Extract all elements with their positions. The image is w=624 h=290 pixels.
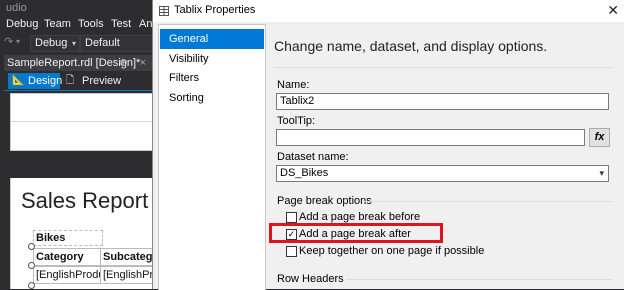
design-tab[interactable]: 📐 Design: [8, 73, 63, 89]
properties-nav: General Visibility Filters Sorting: [158, 24, 266, 290]
nav-item-filters[interactable]: Filters: [160, 68, 264, 88]
dialog-title: Tablix Properties: [174, 4, 256, 16]
row-headers-section-title: Row Headers: [277, 273, 344, 285]
checkbox-label: Keep together on one page if possible: [299, 245, 485, 257]
resize-handle[interactable]: [28, 262, 35, 269]
document-tab[interactable]: SampleReport.rdl [Design]* ⊕ ×: [4, 55, 154, 71]
close-tab-icon[interactable]: ×: [140, 55, 146, 71]
checkbox-label: Add a page break before: [299, 211, 421, 223]
menu-team[interactable]: Team: [44, 18, 71, 30]
vs-titlebar: udio: [0, 0, 160, 18]
group-header-cell[interactable]: Bikes: [33, 230, 103, 246]
menu-test[interactable]: Test: [111, 18, 131, 30]
table-cell[interactable]: [EnglishProduct: [33, 266, 101, 284]
divider: [11, 121, 155, 122]
tablix-properties-dialog: Tablix Properties ✕ General Visibility F…: [152, 0, 624, 290]
general-panel: Change name, dataset, and display option…: [266, 24, 624, 289]
expression-button[interactable]: fx: [589, 128, 610, 147]
close-icon[interactable]: ✕: [607, 2, 619, 19]
report-header-area: [10, 93, 156, 151]
page-break-section-title: Page break options: [277, 195, 372, 207]
column-header-category[interactable]: Category: [33, 248, 101, 266]
tooltip-field[interactable]: [276, 129, 585, 146]
dataset-select[interactable]: DS_Bikes ▾: [276, 165, 609, 182]
dataset-value: DS_Bikes: [280, 167, 329, 179]
config-dropdown[interactable]: Debug ▾: [30, 35, 80, 52]
redo-icon[interactable]: ↷: [4, 35, 13, 48]
preview-tab-label: Preview: [82, 75, 122, 87]
tooltip-label: ToolTip:: [277, 115, 316, 127]
design-icon: 📐: [12, 75, 25, 86]
divider: [362, 201, 612, 202]
menu-debug[interactable]: Debug: [6, 18, 38, 30]
pin-icon[interactable]: ⊕: [119, 55, 128, 71]
nav-item-label: General: [169, 33, 209, 45]
divider: [346, 279, 612, 280]
dialog-titlebar: Tablix Properties ✕: [153, 0, 624, 22]
config-value: Debug: [35, 37, 68, 49]
nav-item-sorting[interactable]: Sorting: [160, 88, 264, 108]
nav-item-label: Visibility: [169, 53, 209, 65]
table-cell[interactable]: [EnglishPro: [100, 266, 159, 284]
dataset-label: Dataset name:: [277, 151, 349, 163]
chevron-down-icon: ▾: [71, 39, 76, 48]
report-body-canvas: Sales Report Bikes Category Subcatego [E…: [10, 178, 159, 289]
resize-handle[interactable]: [28, 282, 35, 289]
resize-handle[interactable]: [28, 243, 35, 250]
panel-heading: Change name, dataset, and display option…: [274, 38, 548, 54]
preview-icon: 🗋: [66, 75, 75, 86]
preview-tab[interactable]: 🗋 Preview: [66, 73, 126, 89]
platform-dropdown[interactable]: Default: [80, 35, 159, 52]
annotation-highlight-box: [269, 223, 443, 243]
report-view-bar: 📐 Design 🗋 Preview: [4, 72, 154, 91]
menu-tools[interactable]: Tools: [78, 18, 104, 30]
keep-together-option[interactable]: Keep together on one page if possible: [286, 245, 526, 259]
nav-item-visibility[interactable]: Visibility: [160, 49, 264, 69]
platform-value: Default: [85, 37, 120, 49]
tablix-icon: [159, 6, 169, 16]
nav-item-general[interactable]: General: [160, 29, 264, 49]
vs-toolbar: ↷ ▾ Debug ▾ Default: [0, 34, 160, 52]
divider: [274, 67, 612, 68]
name-label: Name:: [277, 79, 310, 91]
chevron-down-icon: ▾: [599, 168, 604, 178]
report-title-textbox[interactable]: Sales Report: [21, 188, 148, 214]
vs-title-text: udio: [6, 2, 27, 14]
keep-together-checkbox[interactable]: [286, 246, 297, 257]
vs-menubar: Debug Team Tools Test Ana: [0, 17, 160, 33]
nav-item-label: Sorting: [169, 92, 204, 104]
column-header-subcategory[interactable]: Subcatego: [100, 248, 159, 266]
design-tab-label: Design: [28, 75, 63, 87]
name-field[interactable]: Tablix2: [276, 93, 609, 110]
page-break-before-checkbox[interactable]: [286, 212, 297, 223]
nav-item-label: Filters: [169, 72, 199, 84]
redo-dropdown-icon[interactable]: ▾: [16, 37, 20, 46]
